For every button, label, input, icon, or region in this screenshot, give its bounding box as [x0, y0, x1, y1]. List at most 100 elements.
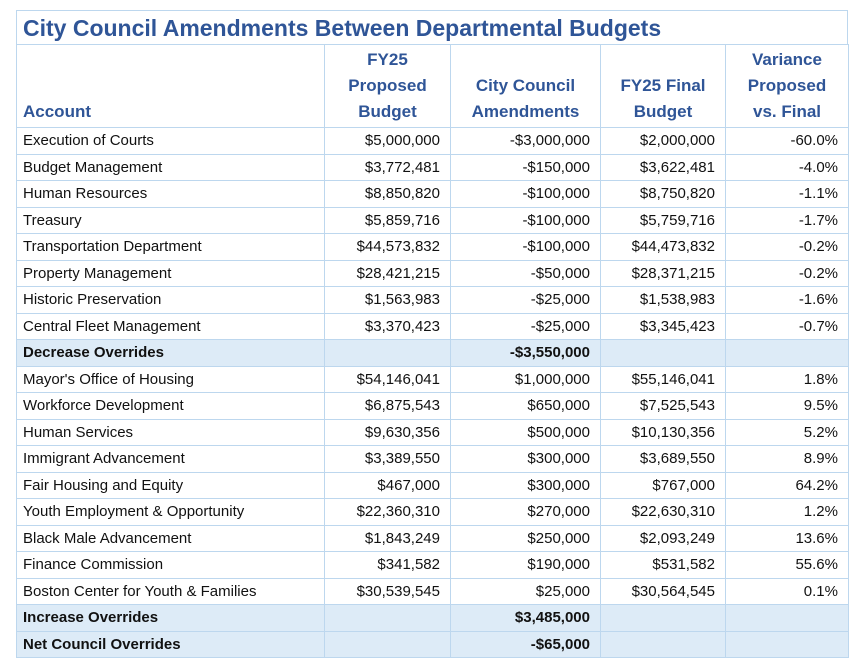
summary-amendment-cell[interactable]: -$65,000 — [450, 630, 601, 658]
proposed-cell[interactable]: $1,563,983 — [324, 286, 451, 314]
proposed-cell[interactable]: $22,360,310 — [324, 498, 451, 526]
amendment-cell[interactable]: $25,000 — [450, 577, 601, 605]
header-proposed[interactable]: FY25 Proposed Budget — [324, 44, 451, 128]
account-cell[interactable]: Property Management — [16, 259, 325, 287]
amendment-cell[interactable]: -$100,000 — [450, 233, 601, 261]
final-cell[interactable]: $2,093,249 — [600, 524, 726, 552]
final-cell[interactable]: $3,622,481 — [600, 153, 726, 181]
variance-cell[interactable]: -1.6% — [725, 286, 849, 314]
final-cell[interactable]: $531,582 — [600, 551, 726, 579]
proposed-cell[interactable]: $1,843,249 — [324, 524, 451, 552]
account-cell[interactable]: Black Male Advancement — [16, 524, 325, 552]
account-cell[interactable]: Human Resources — [16, 180, 325, 208]
proposed-cell[interactable]: $44,573,832 — [324, 233, 451, 261]
proposed-cell[interactable]: $54,146,041 — [324, 365, 451, 393]
amendment-cell[interactable]: -$50,000 — [450, 259, 601, 287]
empty-cell[interactable] — [725, 604, 849, 632]
empty-cell[interactable] — [600, 339, 726, 367]
variance-cell[interactable]: 1.8% — [725, 365, 849, 393]
amendment-cell[interactable]: -$100,000 — [450, 206, 601, 234]
amendment-cell[interactable]: $300,000 — [450, 471, 601, 499]
account-cell[interactable]: Transportation Department — [16, 233, 325, 261]
amendment-cell[interactable]: $500,000 — [450, 418, 601, 446]
variance-cell[interactable]: -4.0% — [725, 153, 849, 181]
account-cell[interactable]: Execution of Courts — [16, 127, 325, 155]
amendment-cell[interactable]: -$25,000 — [450, 312, 601, 340]
final-cell[interactable]: $55,146,041 — [600, 365, 726, 393]
empty-cell[interactable] — [600, 604, 726, 632]
proposed-cell[interactable]: $6,875,543 — [324, 392, 451, 420]
account-cell[interactable]: Treasury — [16, 206, 325, 234]
header-amendments[interactable]: City Council Amendments — [450, 44, 601, 128]
final-cell[interactable]: $28,371,215 — [600, 259, 726, 287]
amendment-cell[interactable]: $270,000 — [450, 498, 601, 526]
variance-cell[interactable]: 9.5% — [725, 392, 849, 420]
final-cell[interactable]: $8,750,820 — [600, 180, 726, 208]
account-cell[interactable]: Central Fleet Management — [16, 312, 325, 340]
summary-amendment-cell[interactable]: -$3,550,000 — [450, 339, 601, 367]
header-account[interactable]: Account — [16, 44, 325, 128]
empty-cell[interactable] — [725, 630, 849, 658]
account-cell[interactable]: Historic Preservation — [16, 286, 325, 314]
final-cell[interactable]: $30,564,545 — [600, 577, 726, 605]
variance-cell[interactable]: 55.6% — [725, 551, 849, 579]
empty-cell[interactable] — [324, 630, 451, 658]
account-cell[interactable]: Boston Center for Youth & Families — [16, 577, 325, 605]
proposed-cell[interactable]: $28,421,215 — [324, 259, 451, 287]
variance-cell[interactable]: 64.2% — [725, 471, 849, 499]
variance-cell[interactable]: 13.6% — [725, 524, 849, 552]
final-cell[interactable]: $5,759,716 — [600, 206, 726, 234]
empty-cell[interactable] — [324, 339, 451, 367]
account-cell[interactable]: Workforce Development — [16, 392, 325, 420]
variance-cell[interactable]: -60.0% — [725, 127, 849, 155]
proposed-cell[interactable]: $9,630,356 — [324, 418, 451, 446]
variance-cell[interactable]: -1.1% — [725, 180, 849, 208]
account-cell[interactable]: Budget Management — [16, 153, 325, 181]
header-final[interactable]: FY25 Final Budget — [600, 44, 726, 128]
proposed-cell[interactable]: $5,859,716 — [324, 206, 451, 234]
amendment-cell[interactable]: $300,000 — [450, 445, 601, 473]
amendment-cell[interactable]: $650,000 — [450, 392, 601, 420]
amendment-cell[interactable]: -$25,000 — [450, 286, 601, 314]
final-cell[interactable]: $1,538,983 — [600, 286, 726, 314]
account-cell[interactable]: Mayor's Office of Housing — [16, 365, 325, 393]
amendment-cell[interactable]: $250,000 — [450, 524, 601, 552]
variance-cell[interactable]: -1.7% — [725, 206, 849, 234]
header-variance[interactable]: Variance Proposed vs. Final — [725, 44, 849, 128]
variance-cell[interactable]: 8.9% — [725, 445, 849, 473]
proposed-cell[interactable]: $341,582 — [324, 551, 451, 579]
proposed-cell[interactable]: $467,000 — [324, 471, 451, 499]
account-cell[interactable]: Finance Commission — [16, 551, 325, 579]
final-cell[interactable]: $2,000,000 — [600, 127, 726, 155]
account-cell[interactable]: Human Services — [16, 418, 325, 446]
final-cell[interactable]: $22,630,310 — [600, 498, 726, 526]
proposed-cell[interactable]: $3,389,550 — [324, 445, 451, 473]
variance-cell[interactable]: 5.2% — [725, 418, 849, 446]
summary-label-cell[interactable]: Net Council Overrides — [16, 630, 325, 658]
summary-label-cell[interactable]: Increase Overrides — [16, 604, 325, 632]
account-cell[interactable]: Fair Housing and Equity — [16, 471, 325, 499]
account-cell[interactable]: Immigrant Advancement — [16, 445, 325, 473]
proposed-cell[interactable]: $3,772,481 — [324, 153, 451, 181]
account-cell[interactable]: Youth Employment & Opportunity — [16, 498, 325, 526]
final-cell[interactable]: $44,473,832 — [600, 233, 726, 261]
final-cell[interactable]: $3,345,423 — [600, 312, 726, 340]
empty-cell[interactable] — [324, 604, 451, 632]
final-cell[interactable]: $767,000 — [600, 471, 726, 499]
empty-cell[interactable] — [725, 339, 849, 367]
variance-cell[interactable]: -0.2% — [725, 233, 849, 261]
variance-cell[interactable]: 1.2% — [725, 498, 849, 526]
summary-label-cell[interactable]: Decrease Overrides — [16, 339, 325, 367]
amendment-cell[interactable]: -$150,000 — [450, 153, 601, 181]
amendment-cell[interactable]: $1,000,000 — [450, 365, 601, 393]
amendment-cell[interactable]: -$3,000,000 — [450, 127, 601, 155]
amendment-cell[interactable]: -$100,000 — [450, 180, 601, 208]
proposed-cell[interactable]: $30,539,545 — [324, 577, 451, 605]
summary-amendment-cell[interactable]: $3,485,000 — [450, 604, 601, 632]
variance-cell[interactable]: -0.7% — [725, 312, 849, 340]
proposed-cell[interactable]: $8,850,820 — [324, 180, 451, 208]
variance-cell[interactable]: -0.2% — [725, 259, 849, 287]
empty-cell[interactable] — [600, 630, 726, 658]
proposed-cell[interactable]: $5,000,000 — [324, 127, 451, 155]
variance-cell[interactable]: 0.1% — [725, 577, 849, 605]
